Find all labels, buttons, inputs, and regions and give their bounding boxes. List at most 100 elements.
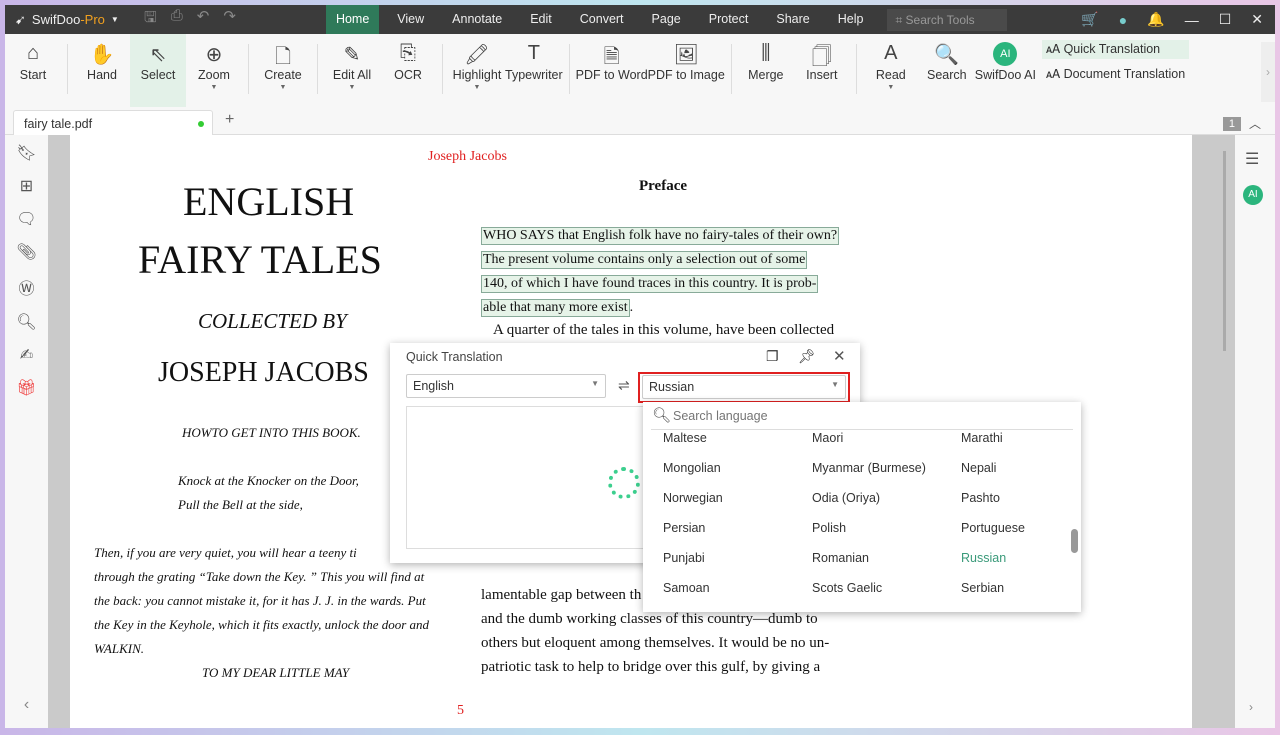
language-option[interactable]: Samoan [663,581,710,595]
language-option[interactable]: Persian [663,521,705,535]
new-tab-button[interactable]: + [225,111,234,129]
source-language-select[interactable]: English ▼ [406,374,606,398]
search-tools-placeholder: Search Tools [905,12,975,27]
copy-icon[interactable]: ❐ [766,348,779,365]
signature-icon[interactable]: ✍︎ [20,345,33,365]
word-icon[interactable]: Ⓦ [18,275,34,299]
language-option[interactable]: Norwegian [663,491,723,505]
language-option[interactable]: Punjabi [663,551,705,565]
collapse-ribbon-button[interactable]: ︿ [1249,115,1261,132]
language-option[interactable]: Pashto [961,491,1000,505]
tool-create[interactable]: 🗋 Create ▼ [255,34,311,107]
page-number: 5 [457,703,464,718]
language-option[interactable]: Mongolian [663,461,721,475]
search-language-input[interactable] [673,406,1068,426]
language-option[interactable]: Nepali [961,461,996,475]
menu-page[interactable]: Page [642,5,691,34]
highlighted-line[interactable]: The present volume contains only a selec… [481,251,808,269]
menu-home[interactable]: Home [325,5,380,34]
source-language-value: English [413,379,454,393]
app-name: SwifDoo [31,12,81,27]
menu-edit[interactable]: Edit [520,5,562,34]
comment-icon[interactable]: 🗨︎ [16,209,36,229]
tool-highlight[interactable]: 🖍 Highlight ▼ [449,34,505,107]
print-icon[interactable]: ⎙ [171,7,183,32]
language-option[interactable]: Marathi [961,431,1003,445]
chevron-down-icon: ▼ [348,84,356,91]
tool-ocr[interactable]: ⎘ OCR [380,34,436,107]
quick-translation-button[interactable]: 🗚 Quick Translation [1041,40,1190,59]
next-page-icon[interactable]: › [1249,700,1253,714]
maximize-button[interactable]: ☐ [1219,11,1232,28]
highlight-text: The present volume contains only a selec… [481,251,808,269]
menu-convert[interactable]: Convert [570,5,634,34]
tool-pdf-to-image[interactable]: 🖼 PDF to Image [648,34,725,107]
dropdown-scrollbar[interactable] [1071,529,1078,553]
close-dialog-icon[interactable]: ✕ [833,347,846,365]
language-option[interactable]: Polish [812,521,846,535]
menu-annotate[interactable]: Annotate [442,5,512,34]
menu-help[interactable]: Help [828,5,874,34]
minimize-button[interactable]: — [1185,12,1199,28]
loading-spinner-icon [608,467,640,499]
target-language-select[interactable]: Russian ▼ [642,375,846,399]
tool-start[interactable]: ⌂ Start [5,34,61,107]
tool-read[interactable]: A Read ▼ [863,34,919,107]
language-option[interactable]: Romanian [812,551,869,565]
language-option[interactable]: Scots Gaelic [812,581,882,595]
menu-share[interactable]: Share [766,5,819,34]
gift-icon[interactable]: 🎁︎ [16,378,36,398]
save-icon[interactable]: 🖫 [144,7,157,32]
tool-merge[interactable]: ⫼ Merge [738,34,794,107]
user-icon[interactable]: ● [1119,12,1127,28]
tool-hand[interactable]: ✋ Hand [74,34,130,107]
translation-group: 🗚 Quick Translation 🗚 Document Translatio… [1041,40,1190,84]
collected-by: COLLECTED BY [198,309,347,333]
tab-fairy-tale[interactable]: fairy tale.pdf [13,110,213,135]
tool-pdf-to-word[interactable]: 🗎 PDF to Word [576,34,648,107]
tool-insert[interactable]: 🗍 Insert [794,34,850,107]
pin-icon[interactable]: 📌︎ [798,348,816,365]
ai-icon[interactable]: AI [1243,185,1263,205]
search-tools-input[interactable]: ⌗ Search Tools [887,8,1008,31]
tool-swifdoo-ai[interactable]: AI SwifDoo AI [975,34,1036,107]
vertical-scrollbar[interactable] [1223,151,1226,351]
app-menu[interactable]: ➹ SwifDoo-Pro ▼ [5,12,130,28]
language-option[interactable]: Myanmar (Burmese) [812,461,926,475]
close-button[interactable]: ✕ [1251,11,1263,28]
undo-icon[interactable]: ↶ [197,7,210,32]
language-option[interactable]: Russian [961,551,1006,565]
ribbon-scroll-right[interactable]: › [1261,42,1275,102]
menu-view[interactable]: View [387,5,434,34]
tool-zoom[interactable]: ⊕ Zoom ▼ [186,34,242,107]
bell-icon[interactable]: 🔔 [1147,11,1164,28]
highlighted-line[interactable]: able that many more exist. [481,299,633,317]
highlighted-line[interactable]: WHO SAYS that English folk have no fairy… [481,227,840,245]
language-option[interactable]: Odia (Oriya) [812,491,880,505]
chevron-down-icon: ▼ [210,84,218,91]
tool-label: Hand [87,68,117,82]
menu-protect[interactable]: Protect [699,5,759,34]
prev-page-icon[interactable]: ‹ [24,696,29,714]
thumbnails-icon[interactable]: ⊞ [20,176,33,196]
highlighted-line[interactable]: 140, of which I have found traces in thi… [481,275,819,293]
swap-languages-icon[interactable]: ⇌ [618,377,630,394]
tool-typewriter[interactable]: T Typewriter [505,34,563,107]
tool-select[interactable]: ⇖ Select [130,34,186,107]
bookmark-icon[interactable]: 🔖︎ [16,143,36,163]
language-option[interactable]: Maltese [663,431,707,445]
tool-edit-all[interactable]: ✎ Edit All ▼ [324,34,380,107]
tool-search[interactable]: 🔍 Search [919,34,975,107]
properties-icon[interactable]: ☰ [1245,149,1259,169]
document-translation-button[interactable]: 🗚 Document Translation [1042,65,1189,84]
redo-icon[interactable]: ↷ [223,7,236,32]
search-icon[interactable]: 🔍︎ [16,312,36,332]
language-option[interactable]: Serbian [961,581,1004,595]
tab-label: fairy tale.pdf [24,117,93,131]
cart-icon[interactable]: 🛒 [1081,11,1098,28]
verse-line: Knock at the Knocker on the Door, [178,473,359,488]
title-line-2: FAIRY TALES [138,237,382,282]
language-option[interactable]: Maori [812,431,843,445]
language-option[interactable]: Portuguese [961,521,1025,535]
attachment-icon[interactable]: 📎︎ [16,242,36,262]
